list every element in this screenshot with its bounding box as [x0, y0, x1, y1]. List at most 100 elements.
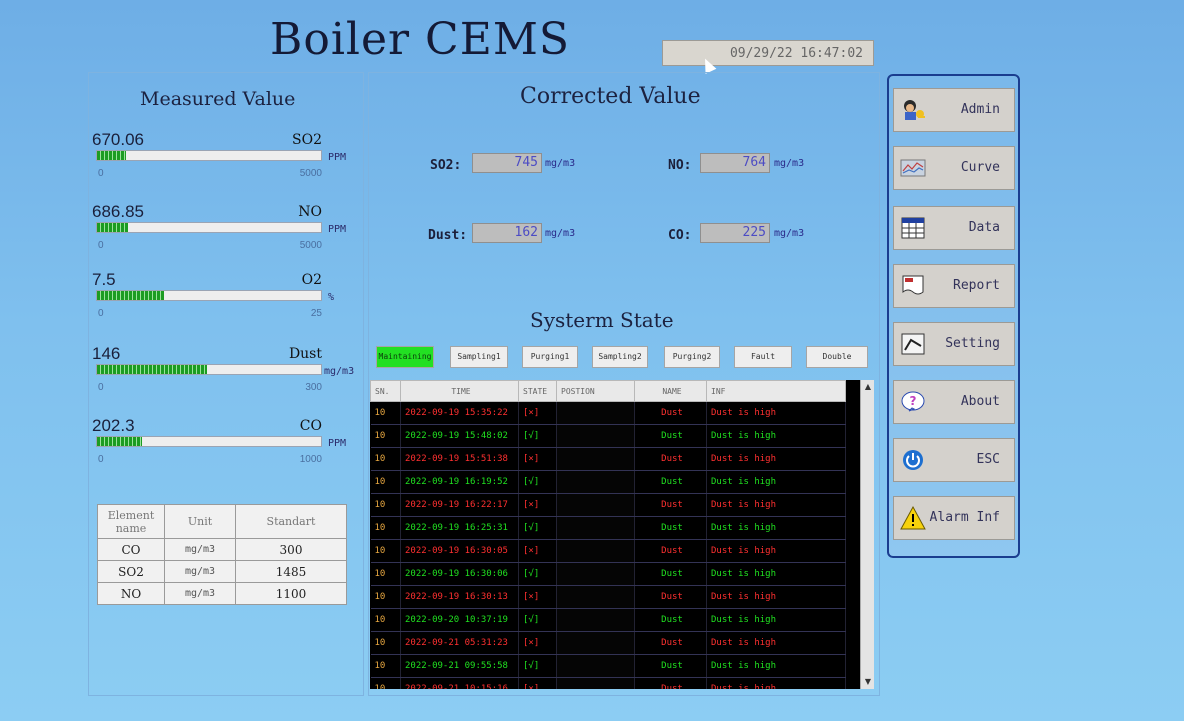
standards-header-element: Element name [97, 504, 165, 539]
alarm-log-scrollbar[interactable]: ▲ ▼ [860, 380, 874, 689]
log-cell-position [556, 401, 635, 425]
measured-range-min: 0 [98, 382, 104, 393]
corrected-co-label: CO: [668, 228, 692, 243]
log-cell-state: [√] [518, 470, 557, 494]
measured-value-reading: 202.3 [92, 416, 135, 435]
log-cell-name: Dust [634, 539, 707, 563]
table-row[interactable]: 10 2022-09-19 16:30:13 [×] Dust Dust is high [370, 585, 846, 609]
log-cell-name: Dust [634, 677, 707, 689]
measured-unit: PPM [328, 152, 347, 163]
log-cell-inf: Dust is high [706, 447, 846, 471]
sidebar-item-setting[interactable]: Setting [893, 322, 1015, 366]
col-header-position: POSTION [556, 380, 635, 402]
state-purging1-button[interactable]: Purging1 [522, 346, 578, 368]
log-cell-state: [√] [518, 516, 557, 540]
measured-range-min: 0 [98, 454, 104, 465]
log-cell-time: 2022-09-21 05:31:23 [400, 631, 519, 655]
sidebar-item-data[interactable]: Data [893, 206, 1015, 250]
state-sampling2-button[interactable]: Sampling2 [592, 346, 648, 368]
state-double-button[interactable]: Double [806, 346, 868, 368]
sidebar-item-label: Curve [960, 160, 1000, 175]
table-row[interactable]: 10 2022-09-19 16:19:52 [√] Dust Dust is high [370, 470, 846, 494]
log-cell-time: 2022-09-21 09:55:58 [400, 654, 519, 678]
table-row[interactable]: 10 2022-09-21 05:31:23 [×] Dust Dust is high [370, 631, 846, 655]
corrected-dust-label: Dust: [428, 228, 468, 243]
standards-row: CO mg/m3 300 [97, 538, 347, 561]
log-cell-sn: 10 [370, 493, 401, 517]
state-maintaining-button[interactable]: Maintaining [376, 346, 434, 368]
corrected-co-value: 225 [700, 223, 770, 243]
log-cell-position [556, 470, 635, 494]
measured-unit: mg/m3 [324, 366, 355, 377]
log-cell-position [556, 654, 635, 678]
log-cell-position [556, 424, 635, 448]
svg-text:?: ? [910, 394, 917, 408]
log-cell-inf: Dust is high [706, 631, 846, 655]
log-cell-time: 2022-09-19 16:30:05 [400, 539, 519, 563]
sidebar-item-curve[interactable]: Curve [893, 146, 1015, 190]
table-row[interactable]: 10 2022-09-20 10:37:19 [√] Dust Dust is high [370, 608, 846, 632]
log-cell-name: Dust [634, 631, 707, 655]
sidebar-item-label: Report [953, 278, 1000, 293]
measured-gas-name: CO [299, 418, 322, 434]
log-cell-state: [√] [518, 608, 557, 632]
measured-value-reading: 146 [92, 344, 121, 363]
log-cell-position [556, 677, 635, 689]
col-header-state: STATE [518, 380, 557, 402]
measured-value-reading: 670.06 [92, 130, 144, 149]
log-cell-sn: 10 [370, 631, 401, 655]
corrected-so2-label: SO2: [430, 158, 462, 173]
system-state-title: Systerm State [530, 308, 674, 332]
log-cell-position [556, 585, 635, 609]
table-row[interactable]: 10 2022-09-19 15:48:02 [√] Dust Dust is high [370, 424, 846, 448]
log-cell-state: [×] [518, 493, 557, 517]
table-row[interactable]: 10 2022-09-21 10:15:16 [×] Dust Dust is high [370, 677, 846, 689]
scroll-down-icon[interactable]: ▼ [861, 675, 875, 689]
corrected-no-label: NO: [668, 158, 692, 173]
log-cell-sn: 10 [370, 470, 401, 494]
standards-value: 1100 [235, 582, 347, 605]
log-cell-inf: Dust is high [706, 470, 846, 494]
log-cell-time: 2022-09-19 16:19:52 [400, 470, 519, 494]
table-row[interactable]: 10 2022-09-21 09:55:58 [√] Dust Dust is high [370, 654, 846, 678]
log-cell-position [556, 447, 635, 471]
table-row[interactable]: 10 2022-09-19 15:51:38 [×] Dust Dust is high [370, 447, 846, 471]
log-cell-name: Dust [634, 608, 707, 632]
table-row[interactable]: 10 2022-09-19 16:30:06 [√] Dust Dust is high [370, 562, 846, 586]
log-cell-state: [√] [518, 562, 557, 586]
measured-unit: % [328, 292, 335, 303]
alarm-log-grid[interactable]: SN. TIME STATE POSTION NAME INF 10 2022-0… [370, 380, 860, 689]
log-cell-name: Dust [634, 654, 707, 678]
sidebar-item-about[interactable]: ? About [893, 380, 1015, 424]
app-title: Boiler CEMS [270, 14, 571, 65]
setting-icon [901, 333, 925, 355]
measured-value-bar [96, 290, 322, 301]
log-cell-time: 2022-09-19 16:30:13 [400, 585, 519, 609]
log-cell-time: 2022-09-19 16:25:31 [400, 516, 519, 540]
corrected-dust-value: 162 [472, 223, 542, 243]
state-purging2-button[interactable]: Purging2 [664, 346, 720, 368]
admin-icon [904, 100, 925, 120]
log-cell-position [556, 631, 635, 655]
log-cell-position [556, 562, 635, 586]
standards-unit: mg/m3 [164, 538, 236, 561]
table-row[interactable]: 10 2022-09-19 16:22:17 [×] Dust Dust is high [370, 493, 846, 517]
table-row[interactable]: 10 2022-09-19 15:35:22 [×] Dust Dust is high [370, 401, 846, 425]
sidebar-item-alarm-inf[interactable]: Alarm Inf [893, 496, 1015, 540]
scroll-up-icon[interactable]: ▲ [861, 380, 875, 394]
measured-range-max: 25 [310, 308, 322, 319]
log-cell-inf: Dust is high [706, 516, 846, 540]
log-cell-time: 2022-09-19 16:30:06 [400, 562, 519, 586]
sidebar-item-admin[interactable]: Admin [893, 88, 1015, 132]
state-sampling1-button[interactable]: Sampling1 [450, 346, 508, 368]
corrected-dust-unit: mg/m3 [545, 228, 576, 239]
table-row[interactable]: 10 2022-09-19 16:25:31 [√] Dust Dust is high [370, 516, 846, 540]
sidebar-item-esc[interactable]: ESC [893, 438, 1015, 482]
col-header-time: TIME [400, 380, 519, 402]
state-fault-button[interactable]: Fault [734, 346, 792, 368]
log-cell-state: [×] [518, 401, 557, 425]
sidebar-item-report[interactable]: Report [893, 264, 1015, 308]
table-row[interactable]: 10 2022-09-19 16:30:05 [×] Dust Dust is high [370, 539, 846, 563]
measured-gas-name: NO [298, 204, 322, 220]
measured-value-reading: 7.5 [92, 270, 116, 289]
